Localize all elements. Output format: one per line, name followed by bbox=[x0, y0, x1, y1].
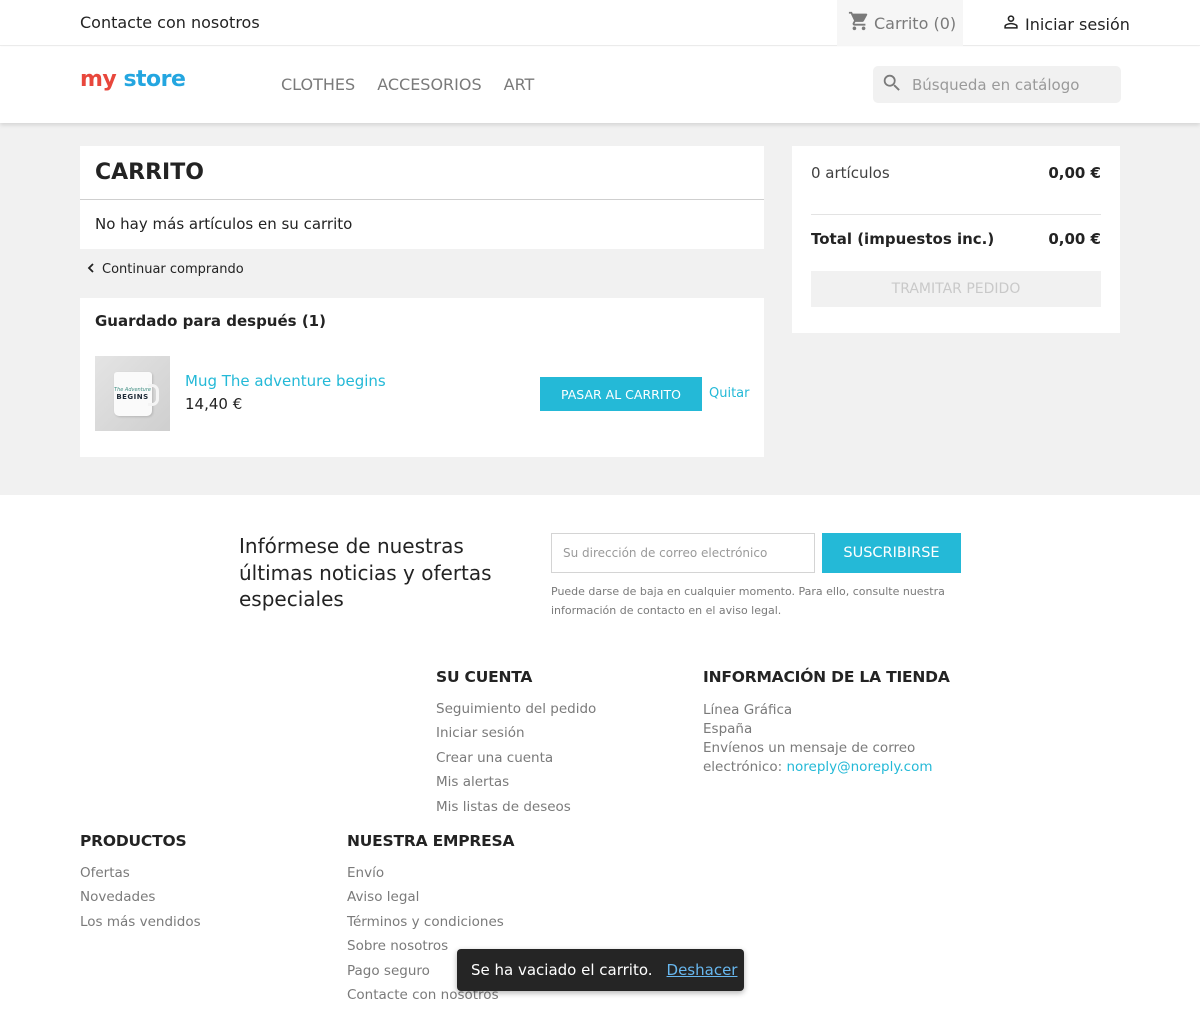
footer-account-title: SU CUENTA bbox=[436, 668, 533, 686]
nav-item-art[interactable]: ART bbox=[504, 75, 535, 94]
newsletter-email-input[interactable] bbox=[551, 533, 815, 573]
remove-link[interactable]: Quitar bbox=[709, 386, 750, 401]
summary-items-row: 0 artículos 0,00 € bbox=[811, 164, 1101, 182]
footer-link-new-products[interactable]: Novedades bbox=[80, 889, 155, 905]
store-info-line: Línea Gráfica bbox=[703, 702, 793, 718]
footer-link-legal-notice[interactable]: Aviso legal bbox=[347, 889, 419, 905]
contact-link[interactable]: Contacte con nosotros bbox=[80, 13, 260, 32]
store-info-line: España bbox=[703, 721, 753, 737]
toast-message: Se ha vaciado el carrito. bbox=[471, 961, 653, 979]
cart-summary-panel: 0 artículos 0,00 € Total (impuestos inc.… bbox=[792, 146, 1120, 333]
summary-total-label: Total (impuestos inc.) bbox=[811, 230, 995, 248]
summary-items-value: 0,00 € bbox=[1048, 164, 1101, 182]
footer-store-info-title: INFORMACIÓN DE LA TIENDA bbox=[703, 668, 950, 686]
store-info-email-line: electrónico: noreply@noreply.com bbox=[703, 758, 963, 777]
footer-link-order-tracking[interactable]: Seguimiento del pedido bbox=[436, 701, 596, 717]
undo-link[interactable]: Deshacer bbox=[667, 961, 738, 979]
footer-link-wishlists[interactable]: Mis listas de deseos bbox=[436, 799, 571, 815]
saved-for-later-panel: Guardado para después (1) The Adventure … bbox=[80, 298, 764, 457]
footer-link-offers[interactable]: Ofertas bbox=[80, 865, 130, 881]
search-input[interactable] bbox=[912, 75, 1112, 94]
store-email-link[interactable]: noreply@noreply.com bbox=[786, 759, 932, 775]
footer-account-column: SU CUENTA Seguimiento del pedido Iniciar… bbox=[436, 668, 596, 823]
cart-label: Carrito (0) bbox=[874, 13, 957, 33]
newsletter-title: Infórmese de nuestras últimas noticias y… bbox=[239, 534, 492, 611]
main-nav: CLOTHES ACCESORIOS ART bbox=[281, 75, 534, 94]
footer-products-title: PRODUCTOS bbox=[80, 832, 187, 850]
user-icon bbox=[1001, 12, 1021, 36]
store-logo[interactable]: my store bbox=[80, 67, 186, 92]
page-title: CARRITO bbox=[95, 160, 204, 185]
footer-link-shipping[interactable]: Envío bbox=[347, 865, 384, 881]
saved-for-later-title: Guardado para después (1) bbox=[95, 312, 326, 330]
subscribe-button[interactable]: SUSCRIBIRSE bbox=[822, 533, 961, 573]
footer-company-title: NUESTRA EMPRESA bbox=[347, 832, 515, 850]
search-icon[interactable] bbox=[881, 72, 903, 98]
move-to-cart-button[interactable]: PASAR AL CARRITO bbox=[540, 377, 702, 411]
footer-link-sign-in[interactable]: Iniciar sesión bbox=[436, 725, 525, 741]
checkout-button[interactable]: TRAMITAR PEDIDO bbox=[811, 271, 1101, 307]
sign-in-label: Iniciar sesión bbox=[1025, 14, 1130, 34]
footer-link-best-sellers[interactable]: Los más vendidos bbox=[80, 914, 201, 930]
store-info-email-prefix: electrónico: bbox=[703, 759, 783, 775]
product-price: 14,40 € bbox=[185, 395, 243, 413]
product-name-link[interactable]: Mug The adventure begins bbox=[185, 372, 386, 390]
mug-text-line2: BEGINS bbox=[116, 392, 149, 401]
chevron-left-icon bbox=[86, 262, 96, 277]
footer-link-alerts[interactable]: Mis alertas bbox=[436, 774, 509, 790]
mug-image: The Adventure BEGINS bbox=[113, 371, 159, 416]
cart-empty-message: No hay más artículos en su carrito bbox=[95, 215, 353, 233]
nav-item-clothes[interactable]: CLOTHES bbox=[281, 75, 355, 94]
cart-page-main: CARRITO No hay más artículos en su carri… bbox=[0, 123, 1200, 495]
newsletter-note: Puede darse de baja en cualquier momento… bbox=[551, 585, 945, 617]
continue-shopping-link[interactable]: Continuar comprando bbox=[86, 262, 244, 277]
divider bbox=[80, 199, 764, 200]
cart-emptied-toast: Se ha vaciado el carrito. Deshacer bbox=[457, 949, 744, 991]
footer-products-column: PRODUCTOS Ofertas Novedades Los más vend… bbox=[80, 832, 201, 938]
nav-item-accesorios[interactable]: ACCESORIOS bbox=[377, 75, 481, 94]
logo-word-my: my bbox=[80, 67, 117, 92]
top-bar: Contacte con nosotros Carrito (0) Inicia… bbox=[0, 0, 1200, 46]
cart-icon bbox=[848, 10, 870, 36]
footer-link-about-us[interactable]: Sobre nosotros bbox=[347, 938, 448, 954]
continue-shopping-label: Continuar comprando bbox=[102, 262, 244, 277]
header: my store CLOTHES ACCESORIOS ART bbox=[0, 47, 1200, 123]
footer-link-create-account[interactable]: Crear una cuenta bbox=[436, 750, 553, 766]
divider bbox=[811, 214, 1101, 215]
footer-link-terms[interactable]: Términos y condiciones bbox=[347, 914, 504, 930]
footer-store-info-column: INFORMACIÓN DE LA TIENDA Línea Gráfica E… bbox=[703, 668, 963, 777]
cart-panel: CARRITO No hay más artículos en su carri… bbox=[80, 146, 764, 249]
footer-link-secure-payment[interactable]: Pago seguro bbox=[347, 963, 430, 979]
summary-total-row: Total (impuestos inc.) 0,00 € bbox=[811, 230, 1101, 248]
product-thumbnail[interactable]: The Adventure BEGINS bbox=[95, 356, 170, 431]
summary-items-label: 0 artículos bbox=[811, 164, 890, 182]
summary-total-value: 0,00 € bbox=[1048, 230, 1101, 248]
store-info-line: Envíenos un mensaje de correo bbox=[703, 740, 916, 756]
search-box bbox=[873, 66, 1121, 103]
logo-word-store: store bbox=[123, 67, 186, 92]
cart-button[interactable]: Carrito (0) bbox=[837, 0, 963, 46]
sign-in-link[interactable]: Iniciar sesión bbox=[1001, 12, 1130, 36]
